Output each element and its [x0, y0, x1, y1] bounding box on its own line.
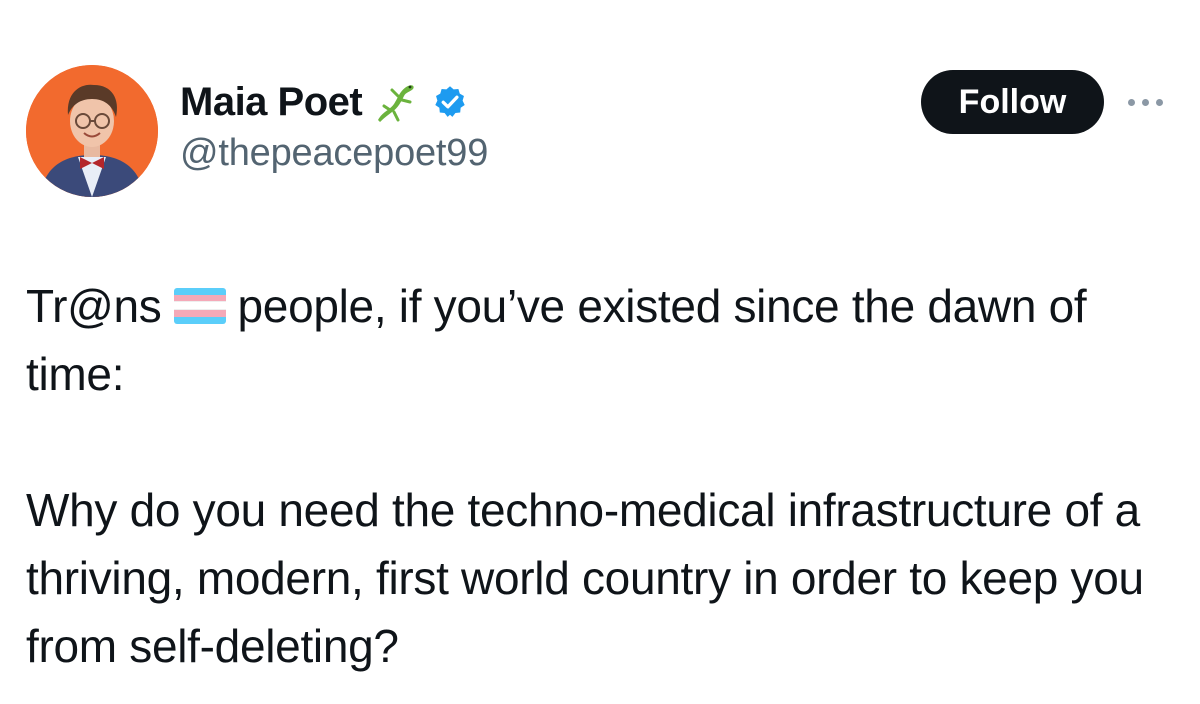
verified-badge-icon[interactable]	[432, 84, 468, 120]
tweet-text-part-1: Tr@ns	[26, 280, 162, 332]
avatar-image	[26, 65, 158, 197]
tweet-paragraph-2: Why do you need the techno-medical infra…	[26, 484, 1144, 672]
tweet-card: Maia Poet @thepeacepoet99 Follow Tr@ns pe…	[0, 0, 1200, 704]
avatar[interactable]	[26, 65, 158, 197]
more-options-icon[interactable]	[1128, 88, 1188, 116]
display-name[interactable]: Maia Poet	[180, 80, 363, 125]
more-dot	[1156, 98, 1163, 106]
tweet-text: Tr@ns people, if you’ve existed since the…	[26, 272, 1186, 680]
handle[interactable]: @thepeacepoet99	[180, 132, 488, 175]
tweet-paragraph-1: Tr@ns people, if you’ve existed since the…	[26, 272, 1186, 408]
author-block: Maia Poet @thepeacepoet99	[180, 78, 488, 175]
more-dot	[1128, 98, 1135, 106]
lizard-icon	[378, 85, 414, 122]
name-row: Maia Poet	[180, 78, 488, 126]
follow-button[interactable]: Follow	[921, 70, 1104, 134]
more-dot	[1142, 98, 1149, 106]
transgender-flag-icon	[173, 287, 226, 324]
